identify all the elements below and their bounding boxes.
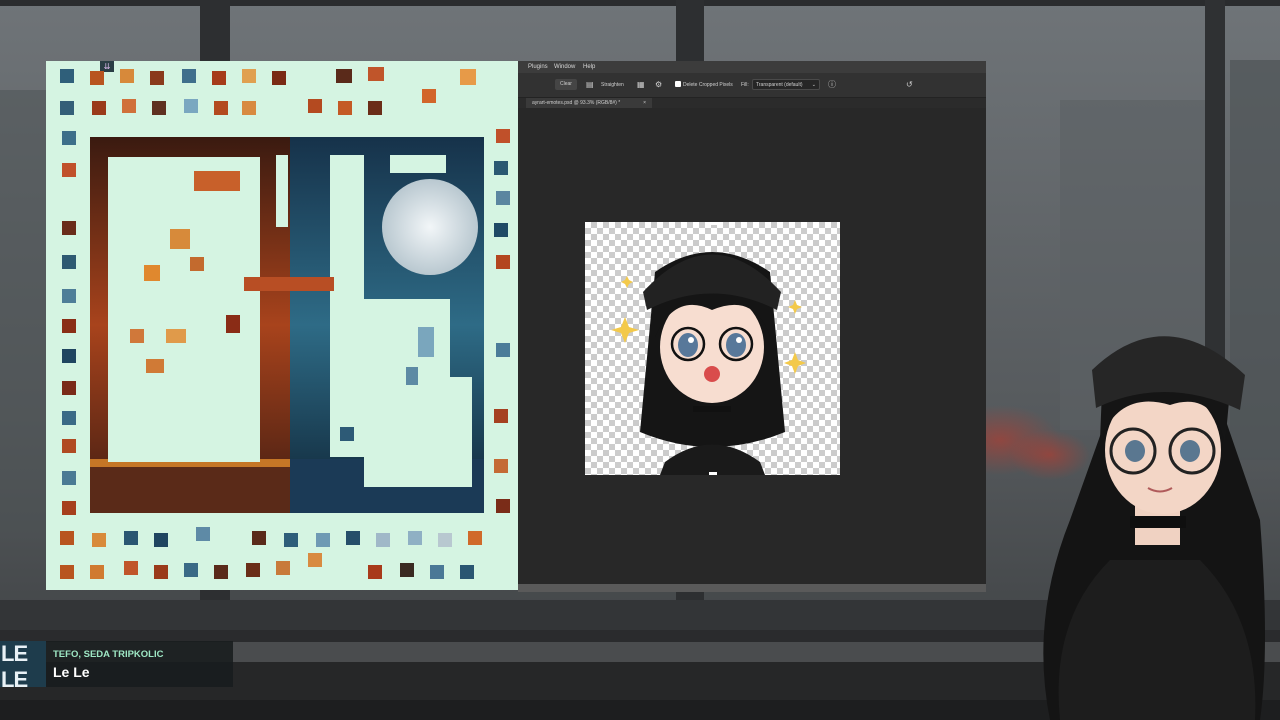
placed-piece[interactable] [144,265,160,281]
empty-slot-area [330,155,364,457]
placed-piece[interactable] [190,257,204,271]
reset-icon[interactable]: ↺ [906,80,913,89]
stream-scene: ⇊ Plugins Window Help Clear ▤ Straighten… [0,0,1280,720]
ps-status-bar [518,584,986,592]
bottom-piece-rows[interactable] [60,527,482,579]
close-icon[interactable]: × [643,98,646,108]
info-icon[interactable]: ⓘ [828,80,836,89]
empty-slot-area [108,157,260,462]
fill-select[interactable]: Transparent (default) ⌄ [752,79,820,90]
grid-overlay-icon[interactable]: ▦ [637,80,645,89]
song-title: Le Le [53,664,90,680]
placed-piece[interactable] [340,427,354,441]
placed-piece[interactable] [194,171,240,191]
chibi-emote-illustration [611,252,806,475]
left-piece-column[interactable] [62,131,76,515]
placed-piece[interactable] [226,315,240,333]
delete-cropped-pixels-checkbox[interactable] [675,81,681,87]
emote-document[interactable] [585,222,840,475]
placed-piece[interactable] [244,277,334,291]
menu-plugins[interactable]: Plugins [528,64,548,70]
now-playing-widget: LE LE TEFO, SEDA TRIPKOLIC Le Le [0,641,233,687]
canvas-area[interactable] [518,108,986,586]
document-tab-bar: ayrart-emotes.psd @ 93.3% (RGB/8#) * × [518,98,986,108]
jigsaw-puzzle-window[interactable]: ⇊ [46,61,518,590]
vtuber-avatar [1043,336,1265,720]
placed-piece[interactable] [130,329,144,343]
fill-select-value: Transparent (default) [756,82,803,88]
delete-cropped-pixels-label[interactable]: Delete Cropped Pixels [683,82,733,88]
clear-button[interactable]: Clear [555,79,577,90]
crop-handle[interactable] [709,472,717,475]
straighten-icon[interactable]: ▤ [586,80,594,89]
album-cover: LE LE [0,641,46,687]
placed-piece[interactable] [166,329,186,343]
song-artist: TEFO, SEDA TRIPKOLIC [53,649,164,660]
placed-piece[interactable] [170,229,190,249]
straighten-label[interactable]: Straighten [601,82,624,88]
puzzle-board[interactable] [90,137,484,513]
fill-label: Fill: [741,82,749,88]
document-tab-label: ayrart-emotes.psd @ 93.3% (RGB/8#) * [532,100,621,106]
placed-piece[interactable] [418,327,434,357]
menu-help[interactable]: Help [583,64,595,70]
photoshop-window[interactable]: Plugins Window Help Clear ▤ Straighten ▦… [518,61,986,592]
placed-piece[interactable] [406,367,418,385]
ps-menu-bar: Plugins Window Help [518,61,986,73]
right-piece-column[interactable] [494,129,510,513]
placed-piece[interactable] [146,359,164,373]
crop-handle[interactable] [709,222,717,225]
document-tab[interactable]: ayrart-emotes.psd @ 93.3% (RGB/8#) * × [526,98,652,108]
menu-window[interactable]: Window [554,64,575,70]
moon [382,179,478,275]
gear-icon[interactable]: ⚙ [655,80,662,89]
top-piece-row[interactable] [60,67,476,115]
crop-options-bar: Clear ▤ Straighten ▦ ⚙ Delete Cropped Pi… [518,73,986,98]
chevron-down-icon: ⌄ [811,82,816,88]
album-cover-text: LE LE [1,641,28,687]
